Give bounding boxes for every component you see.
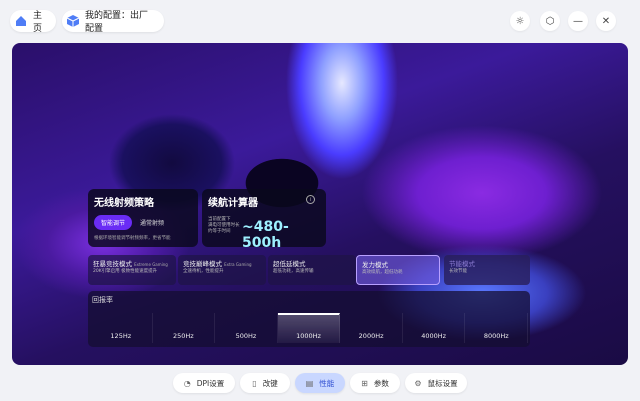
polling-rate-value: 1000Hz xyxy=(296,332,321,340)
tab-dpi[interactable]: ◔ DPI设置 xyxy=(173,373,235,393)
polling-rate-selector: 回报率 125Hz 250Hz 500Hz 1000Hz 2000Hz 4000Hz 800… xyxy=(88,291,530,347)
tab-mouse-settings[interactable]: ⚙ 鼠标设置 xyxy=(405,373,467,393)
close-button[interactable]: ✕ xyxy=(596,11,616,31)
polling-rate-option[interactable]: 2000Hz xyxy=(340,313,403,343)
polling-rate-value: 2000Hz xyxy=(358,332,384,340)
tab-params[interactable]: ⊞ 参数 xyxy=(350,373,400,393)
polling-rate-option[interactable]: 500Hz xyxy=(215,313,278,343)
mode-extreme-gaming[interactable]: 狂暴竞技模式 Extreme Gaming 20K引擎启用 极致性能速度提升 xyxy=(88,255,176,285)
polling-rate-value: 250Hz xyxy=(173,332,194,340)
sun-icon: ☼ xyxy=(515,15,525,27)
wireless-strategy-card: 无线射频策略 智能调节 通常射频 根据环境智能调节射频频率，更省节能 xyxy=(88,189,198,247)
tab-performance[interactable]: ▤ 性能 xyxy=(295,373,345,393)
settings-button[interactable]: ⬡ xyxy=(540,11,560,31)
battery-value: ~480-500h xyxy=(242,219,289,251)
dpi-icon: ◔ xyxy=(183,378,191,388)
hex-gear-icon: ⬡ xyxy=(545,15,555,27)
performance-panel: 无线射频策略 智能调节 通常射频 根据环境智能调节射频频率，更省节能 续航计算器… xyxy=(12,43,628,365)
mode-power[interactable]: 发力模式 高效续航，超低功耗 xyxy=(356,255,440,285)
polling-rate-value: 125Hz xyxy=(110,332,132,340)
mode-extra-gaming[interactable]: 竞技巅峰模式 Extra Gaming 全速待机，性能提升 xyxy=(178,255,266,285)
config-selector[interactable]: 我的配置：出厂配置 xyxy=(62,10,164,34)
grid-icon: ⊞ xyxy=(361,378,368,388)
polling-rate-option[interactable]: 125Hz xyxy=(90,313,153,343)
performance-icon: ▤ xyxy=(305,378,314,388)
home-icon xyxy=(14,14,28,28)
smart-adjust-button[interactable]: 智能调节 xyxy=(94,215,133,230)
normal-rf-button[interactable]: 通常射频 xyxy=(140,218,164,227)
polling-rate-value: 4000Hz xyxy=(421,332,447,340)
wireless-description: 根据环境智能调节射频频率，更省节能 xyxy=(94,236,171,241)
config-label: 我的配置：出厂配置 xyxy=(85,11,149,34)
polling-rate-option[interactable]: 1000Hz xyxy=(277,313,341,343)
bottom-nav: ◔ DPI设置 ▯ 改键 ▤ 性能 ⊞ 参数 ⚙ 鼠标设置 xyxy=(0,368,640,401)
tab-keymap[interactable]: ▯ 改键 xyxy=(240,373,290,393)
polling-rate-option[interactable]: 4000Hz xyxy=(403,313,466,343)
home-button[interactable]: 主页 xyxy=(10,10,56,34)
close-icon: ✕ xyxy=(601,15,611,27)
cube-icon xyxy=(66,14,80,28)
theme-button[interactable]: ☼ xyxy=(510,11,530,31)
polling-rate-option[interactable]: 8000Hz xyxy=(465,313,529,343)
polling-rate-option[interactable]: 250Hz xyxy=(153,313,216,343)
polling-rate-value: 8000Hz xyxy=(483,332,509,340)
battery-description: 当前配置下 满电可使用时长 约等于时间 xyxy=(208,217,240,234)
battery-calculator-card: 续航计算器 i 当前配置下 满电可使用时长 约等于时间 ~480-500h xyxy=(202,189,326,251)
minimize-button[interactable]: — xyxy=(568,11,588,31)
gear-icon: ⚙ xyxy=(414,378,422,388)
mode-eco[interactable]: 节能模式 长效节能 xyxy=(444,255,530,285)
polling-rate-label: 回报率 xyxy=(92,296,113,304)
minus-icon: — xyxy=(573,15,583,27)
wireless-title: 无线射频策略 xyxy=(94,198,154,209)
home-label: 主页 xyxy=(33,11,43,34)
mode-low-latency[interactable]: 超低延模式 超低功耗，高速传输 xyxy=(268,255,356,285)
info-icon[interactable]: i xyxy=(306,195,315,204)
mouse-icon: ▯ xyxy=(252,378,257,388)
battery-title: 续航计算器 xyxy=(208,198,258,209)
top-bar: 主页 我的配置：出厂配置 ☼ ⬡ — ✕ xyxy=(0,0,640,42)
polling-rate-value: 500Hz xyxy=(235,332,257,340)
